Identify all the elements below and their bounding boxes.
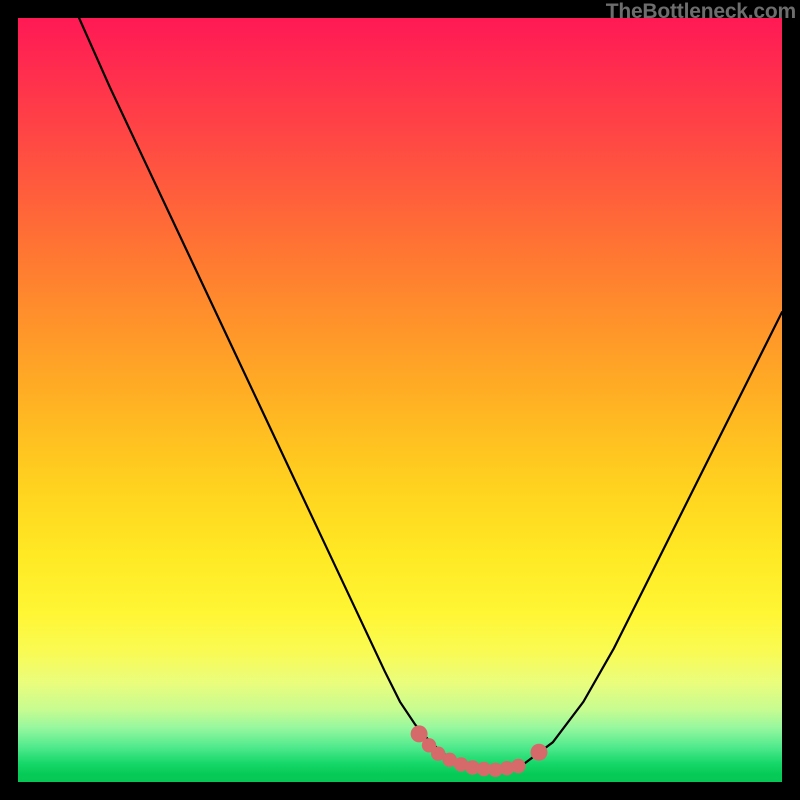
curve-marker (511, 759, 525, 773)
chart-frame: TheBottleneck.com (0, 0, 800, 800)
plot-area (18, 18, 782, 782)
curve-markers (411, 725, 548, 777)
curve-marker (531, 744, 548, 761)
watermark-label: TheBottleneck.com (606, 0, 796, 24)
bottleneck-curve-svg (18, 18, 782, 782)
bottleneck-curve-line (79, 18, 782, 770)
